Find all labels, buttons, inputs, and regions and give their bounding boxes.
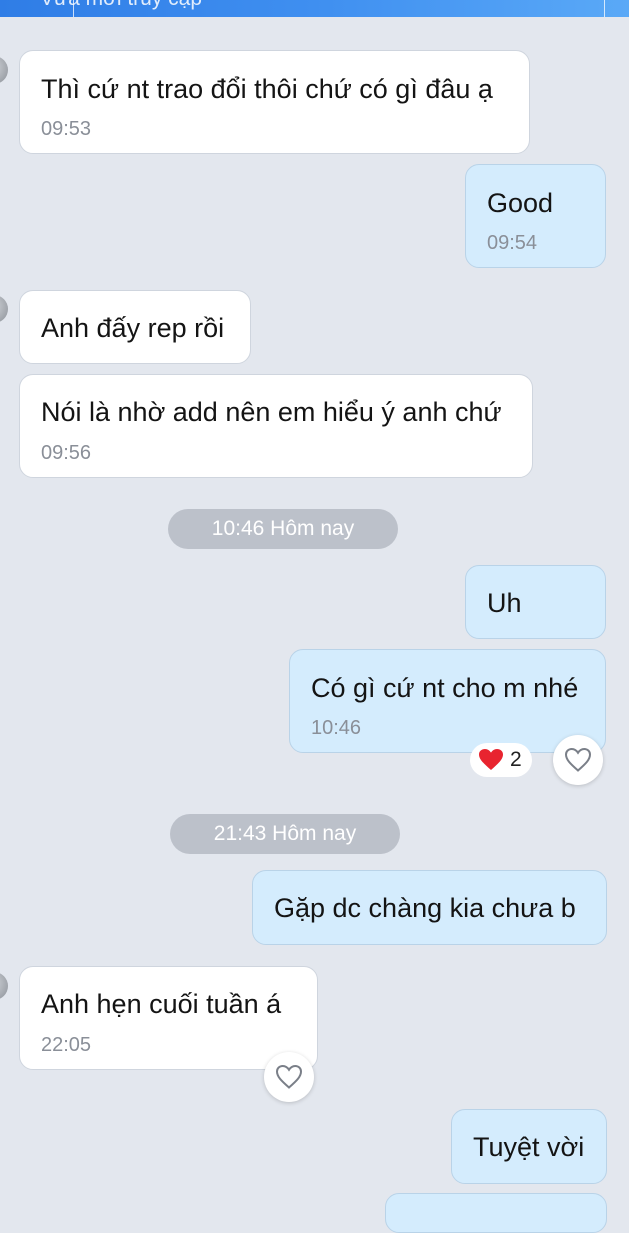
message-bubble-outgoing[interactable] xyxy=(385,1193,607,1233)
avatar[interactable] xyxy=(0,295,8,323)
message-text: Có gì cứ nt cho m nhé xyxy=(311,673,579,703)
red-heart-icon xyxy=(479,749,503,770)
message-bubble-outgoing[interactable]: Uh xyxy=(465,565,606,639)
message-bubble-incoming[interactable]: Anh đấy rep rồi xyxy=(19,290,251,364)
date-separator: 10:46 Hôm nay xyxy=(168,509,398,549)
message-time: 22:05 xyxy=(41,1034,92,1056)
message-text: Nói là nhờ add nên em hiểu ý anh chứ xyxy=(41,397,502,427)
avatar[interactable] xyxy=(0,56,8,84)
message-text: Uh xyxy=(487,588,522,618)
reaction-summary[interactable]: 2 xyxy=(470,743,532,777)
message-time: 10:46 xyxy=(311,717,362,739)
message-bubble-incoming[interactable]: Nói là nhờ add nên em hiểu ý anh chứ 09:… xyxy=(19,374,533,478)
react-button[interactable] xyxy=(553,735,603,785)
message-bubble-outgoing[interactable]: Gặp dc chàng kia chưa b xyxy=(252,870,607,945)
heart-outline-icon xyxy=(564,747,592,772)
message-bubble-outgoing[interactable]: Có gì cứ nt cho m nhé 10:46 xyxy=(289,649,606,753)
avatar[interactable] xyxy=(0,972,8,1000)
message-bubble-incoming[interactable]: Anh hẹn cuối tuần á 22:05 xyxy=(19,966,318,1070)
message-text: Good xyxy=(487,188,554,218)
message-time: 09:54 xyxy=(487,232,538,254)
date-separator: 21:43 Hôm nay xyxy=(170,814,400,854)
message-text: Gặp dc chàng kia chưa b xyxy=(274,893,576,923)
message-text: Anh hẹn cuối tuần á xyxy=(41,989,282,1019)
reaction-count: 2 xyxy=(510,748,522,771)
heart-outline-icon xyxy=(275,1064,303,1089)
message-time: 09:56 xyxy=(41,442,92,464)
react-button[interactable] xyxy=(264,1052,314,1102)
last-seen-status: Vừa mới truy cập xyxy=(40,0,202,11)
message-text: Anh đấy rep rồi xyxy=(41,313,225,343)
message-time: 09:53 xyxy=(41,118,92,140)
message-text: Tuyệt vời xyxy=(473,1132,585,1162)
message-bubble-outgoing[interactable]: Tuyệt vời xyxy=(451,1109,607,1184)
message-bubble-outgoing[interactable]: Good 09:54 xyxy=(465,164,606,268)
message-text: Thì cứ nt trao đổi thôi chứ có gì đâu ạ xyxy=(41,74,493,104)
message-bubble-incoming[interactable]: Thì cứ nt trao đổi thôi chứ có gì đâu ạ … xyxy=(19,50,530,154)
header-bar: Vừa mới truy cập xyxy=(0,0,629,17)
